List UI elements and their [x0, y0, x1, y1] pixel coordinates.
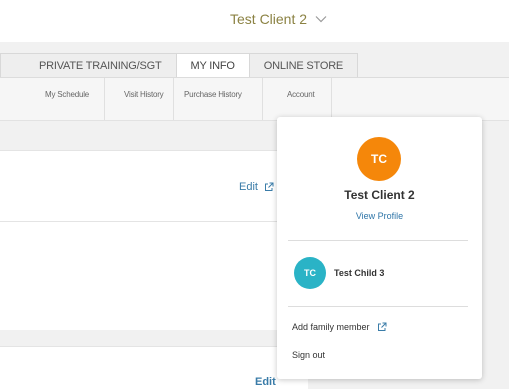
- card-divider: [0, 346, 308, 347]
- client-switcher[interactable]: Test Client 2: [230, 11, 327, 27]
- card-divider: [0, 221, 308, 222]
- edit-link-2[interactable]: Edit: [255, 376, 276, 388]
- menu-divider: [288, 306, 468, 307]
- tab-online-store[interactable]: ONLINE STORE: [248, 53, 359, 77]
- edit-label[interactable]: Edit: [255, 376, 276, 388]
- avatar: TC: [357, 137, 401, 181]
- subnav-divider: [331, 78, 332, 120]
- external-link-icon: [264, 182, 274, 191]
- sub-navigation: My Schedule Visit History Purchase Histo…: [0, 77, 509, 121]
- subnav-divider: [173, 78, 174, 120]
- child-name: Test Child 3: [334, 268, 385, 278]
- tab-private-training[interactable]: PRIVATE TRAINING/SGT: [0, 53, 177, 77]
- add-family-member-link[interactable]: Add family member: [292, 322, 387, 332]
- main-tabs: PRIVATE TRAINING/SGT MY INFO ONLINE STOR…: [0, 53, 359, 77]
- subnav-my-schedule[interactable]: My Schedule: [45, 90, 89, 99]
- edit-label[interactable]: Edit: [239, 181, 258, 193]
- child-avatar: TC: [294, 257, 326, 289]
- add-family-label[interactable]: Add family member: [292, 322, 370, 332]
- tab-my-info[interactable]: MY INFO: [175, 53, 250, 77]
- subnav-divider: [262, 78, 263, 120]
- subnav-divider: [104, 78, 105, 120]
- info-card: [0, 150, 308, 330]
- profile-name: Test Client 2: [344, 188, 415, 202]
- external-link-icon: [377, 322, 387, 331]
- sign-out-label[interactable]: Sign out: [292, 350, 325, 360]
- family-member-item[interactable]: TC Test Child 3: [294, 257, 384, 289]
- subnav-purchase-history[interactable]: Purchase History: [184, 90, 242, 99]
- subnav-account[interactable]: Account: [287, 90, 315, 99]
- sign-out-link[interactable]: Sign out: [292, 350, 325, 360]
- subnav-visit-history[interactable]: Visit History: [124, 90, 164, 99]
- top-bar: Test Client 2: [0, 0, 509, 42]
- card-divider: [0, 150, 308, 151]
- view-profile-link[interactable]: View Profile: [277, 211, 482, 221]
- chevron-down-icon[interactable]: [315, 15, 327, 23]
- profile-popover: TC Test Client 2 View Profile TC Test Ch…: [277, 117, 482, 379]
- client-name[interactable]: Test Client 2: [230, 11, 307, 27]
- edit-link[interactable]: Edit: [239, 181, 274, 193]
- menu-divider: [288, 240, 468, 241]
